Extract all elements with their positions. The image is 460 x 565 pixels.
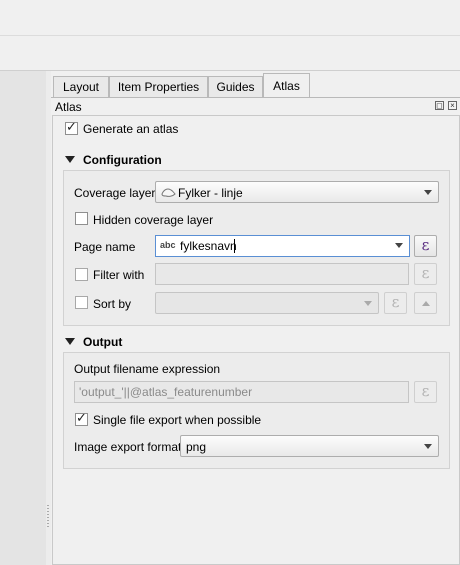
page-name-field[interactable]: abc fylkesnavn — [155, 235, 410, 257]
panel-title: Atlas — [55, 100, 82, 114]
toolbar-divider — [0, 70, 460, 71]
sort-ascending-button[interactable] — [414, 292, 437, 314]
tab-guides[interactable]: Guides — [208, 76, 263, 97]
tabs-baseline — [51, 97, 460, 98]
hidden-coverage-label: Hidden coverage layer — [93, 213, 214, 227]
dock-splitter[interactable] — [46, 71, 51, 565]
splitter-grip-icon[interactable] — [47, 505, 49, 527]
string-type-icon: abc — [160, 240, 176, 250]
coverage-layer-combo[interactable]: Fylker - linje — [155, 181, 439, 203]
single-file-export-label: Single file export when possible — [93, 413, 262, 427]
image-export-format-value: png — [186, 440, 207, 454]
atlas-panel: Generate an atlas Configuration Coverage… — [52, 115, 460, 565]
filter-with-label: Filter with — [93, 268, 145, 282]
filter-expression-field[interactable] — [155, 263, 409, 285]
page-name-value: fylkesnavn — [180, 239, 237, 253]
toolbar-divider — [0, 35, 460, 36]
close-panel-icon[interactable]: × — [448, 101, 457, 110]
image-export-format-label: Image export format — [74, 440, 182, 454]
toolbar-area — [0, 0, 460, 71]
float-panel-icon[interactable]: ◻ — [435, 101, 444, 110]
arrow-up-icon — [422, 301, 430, 306]
output-filename-expression-button[interactable]: ε — [414, 381, 437, 403]
chevron-down-icon — [364, 301, 372, 306]
sort-by-label: Sort by — [93, 297, 132, 311]
image-export-format-combo[interactable]: png — [180, 435, 439, 457]
output-filename-label: Output filename expression — [74, 362, 221, 376]
page-name-label: Page name — [74, 240, 136, 254]
line-layer-icon — [161, 188, 176, 197]
page-name-expression-button[interactable]: ε — [414, 235, 437, 257]
tab-item-properties[interactable]: Item Properties — [109, 76, 208, 97]
filter-with-checkbox[interactable] — [75, 268, 88, 281]
collapse-output-icon[interactable] — [65, 338, 75, 345]
output-filename-field[interactable]: 'output_'||@atlas_featurenumber — [74, 381, 409, 403]
generate-atlas-label: Generate an atlas — [83, 122, 179, 136]
collapse-configuration-icon[interactable] — [65, 156, 75, 163]
page-name-dropdown[interactable] — [388, 235, 409, 257]
text-cursor — [234, 239, 235, 253]
layout-canvas-edge — [0, 71, 47, 565]
coverage-layer-value: Fylker - linje — [178, 186, 243, 200]
sort-expression-button[interactable]: ε — [384, 292, 407, 314]
panel-tabs: Layout Item Properties Guides Atlas — [51, 73, 460, 98]
chevron-down-icon — [395, 243, 403, 248]
sort-by-combo[interactable] — [155, 292, 379, 314]
output-header[interactable]: Output — [83, 335, 122, 349]
hidden-coverage-checkbox[interactable] — [75, 212, 88, 225]
generate-atlas-checkbox[interactable] — [65, 120, 78, 135]
tab-layout[interactable]: Layout — [53, 76, 109, 97]
coverage-layer-label: Coverage layer — [74, 186, 156, 200]
chevron-down-icon — [424, 444, 432, 449]
output-filename-value: 'output_'||@atlas_featurenumber — [79, 385, 253, 399]
sort-by-checkbox[interactable] — [75, 296, 88, 309]
chevron-down-icon — [424, 190, 432, 195]
single-file-export-checkbox[interactable] — [75, 411, 88, 426]
filter-expression-button[interactable]: ε — [414, 263, 437, 285]
configuration-header[interactable]: Configuration — [83, 153, 162, 167]
tab-atlas[interactable]: Atlas — [263, 73, 310, 98]
